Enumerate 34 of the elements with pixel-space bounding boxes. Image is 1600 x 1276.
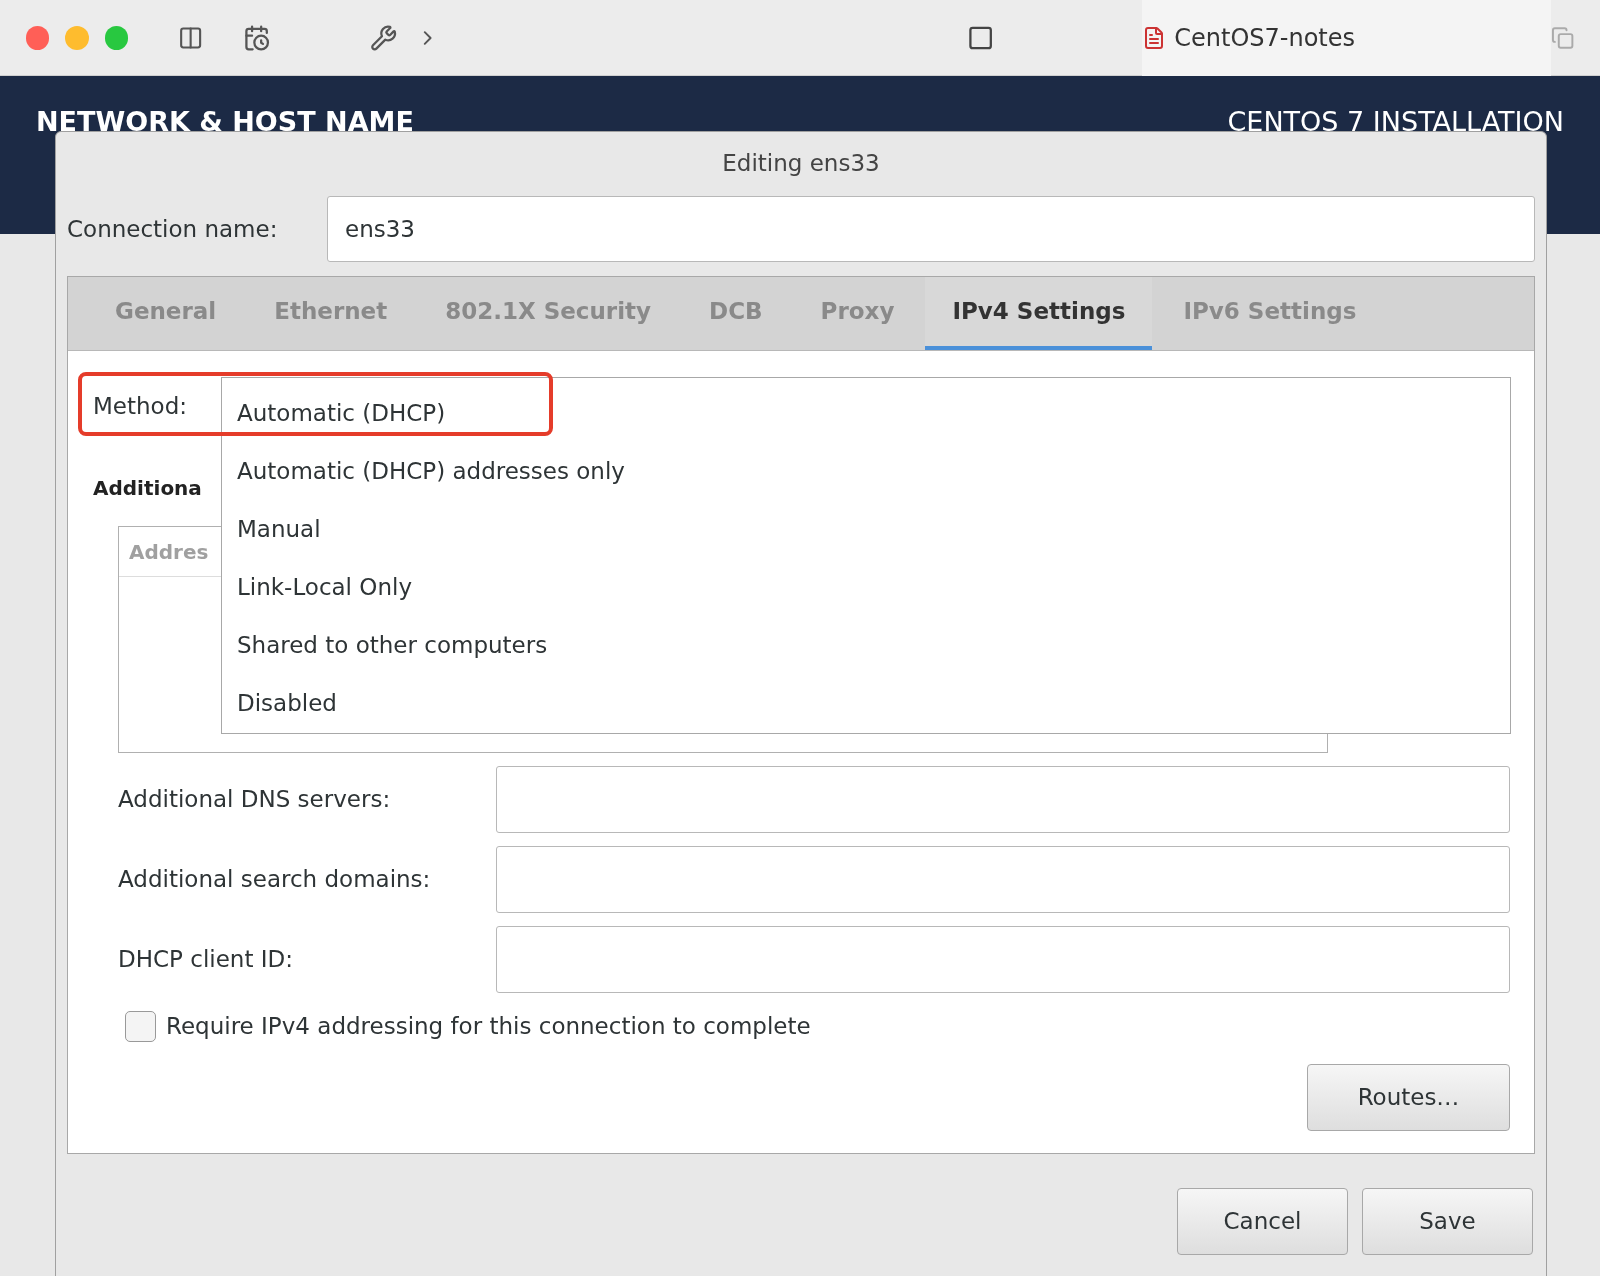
maximize-window-icon[interactable] — [104, 25, 128, 50]
checkbox[interactable] — [125, 1010, 156, 1042]
menu-item[interactable]: Automatic (DHCP) — [222, 384, 1510, 442]
input-field[interactable] — [496, 766, 1510, 833]
input-field[interactable] — [496, 926, 1510, 993]
connection-name-field[interactable]: ens33 — [327, 196, 1535, 262]
field-label: Additional search domains: — [118, 865, 432, 895]
input-field[interactable] — [496, 846, 1510, 913]
sidebar-icon[interactable] — [178, 24, 204, 51]
menu-item[interactable]: Manual — [222, 500, 1510, 558]
menu-item[interactable]: Link-Local Only — [222, 558, 1510, 616]
menu-item[interactable]: Shared to other computers — [222, 616, 1510, 674]
minimize-window-icon[interactable] — [65, 25, 89, 50]
field-label: Additional DNS servers: — [118, 785, 392, 815]
dialog-button[interactable]: Save — [1362, 1188, 1533, 1255]
installer-title: NETWORK & HOST NAME — [36, 105, 414, 139]
close-window-icon[interactable] — [26, 25, 50, 50]
browser-tab[interactable]: CentOS7-notes — [1142, 0, 1551, 76]
menu-item[interactable]: Automatic (DHCP) addresses only — [222, 442, 1510, 500]
section-heading: Additiona — [93, 475, 202, 502]
tab[interactable]: IPv4 Settings — [925, 277, 1153, 350]
field-label: DHCP client ID: — [118, 945, 294, 975]
field-label: Method: — [93, 391, 187, 421]
settings-icon[interactable] — [370, 23, 398, 52]
routes-button[interactable]: Routes… — [1307, 1063, 1510, 1131]
checkbox-label: Require IPv4 addressing for this connection to complete — [166, 1012, 811, 1041]
field-label: Connection name: — [67, 214, 279, 244]
menu-item[interactable]: Disabled — [222, 674, 1510, 732]
dialog-title: Editing ens33 — [722, 148, 880, 178]
copy-icon[interactable] — [1550, 25, 1574, 50]
snapshot-icon[interactable] — [243, 23, 271, 52]
column-header: Addres — [129, 538, 209, 566]
product-title: CENTOS 7 INSTALLATION — [1227, 105, 1564, 139]
dialog-button[interactable]: Cancel — [1177, 1188, 1348, 1255]
